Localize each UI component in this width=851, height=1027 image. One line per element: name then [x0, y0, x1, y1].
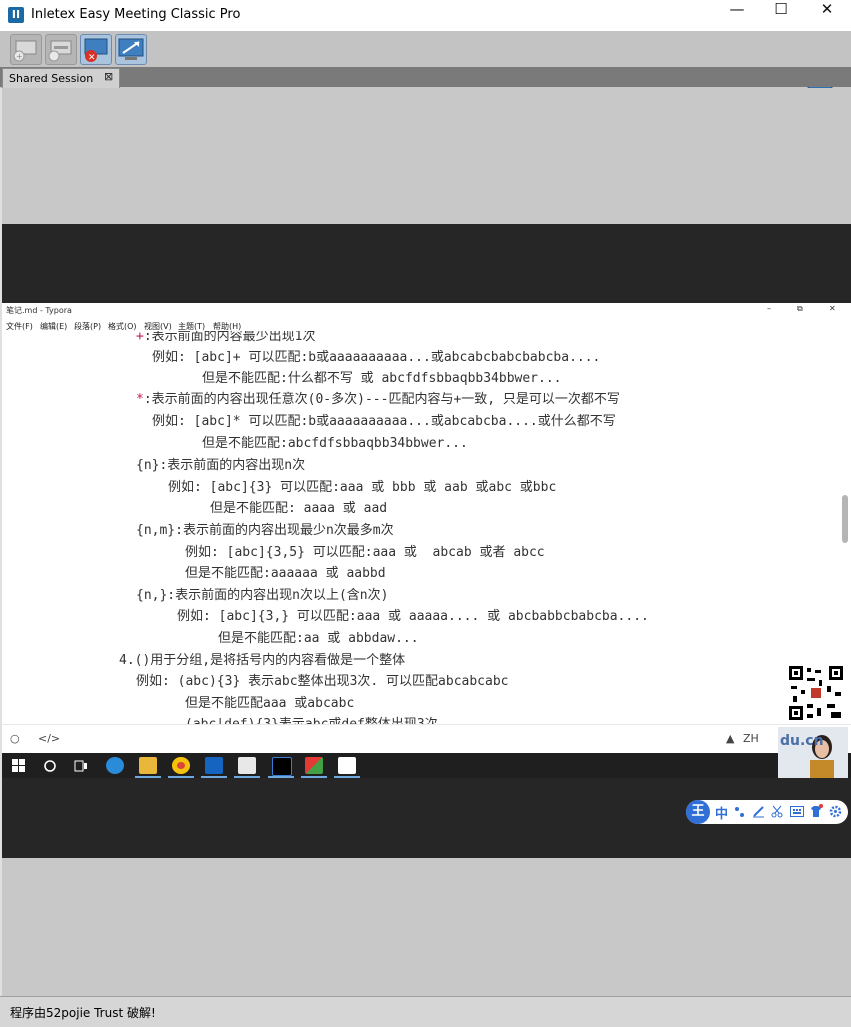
qr-code [787, 664, 845, 722]
typora-title-bar: 笔记.md - Typora – ⧉ ✕ [2, 303, 851, 318]
doc-line: 4.()用于分组,是将括号内的内容看做是一个整体 [119, 653, 406, 668]
svg-text:✕: ✕ [88, 53, 96, 63]
status-bar: 程序由52pojie Trust 破解! [0, 996, 851, 1027]
monitor-share-icon [48, 40, 72, 62]
chrome-icon[interactable] [172, 757, 190, 774]
doc-line: (abc|def){3}表示abc或def整体出现3次. [185, 713, 446, 724]
doc-line: 但是不能匹配:aa 或 abbdaw... [218, 631, 419, 646]
qr-code-image [789, 666, 843, 720]
doc-line: 例如: [abc]{3,} 可以匹配:aaa 或 aaaaa.... 或 abc… [177, 609, 649, 624]
webcam-overlay: du.cn [778, 727, 848, 778]
typora-icon[interactable] [238, 757, 256, 774]
p-app-icon[interactable] [205, 757, 223, 774]
doc-line: 例如: [abc]{3,5} 可以匹配:aaa 或 abcab 或者 abcc [185, 545, 545, 560]
tab-strip [0, 67, 851, 87]
typora-close-button[interactable]: ✕ [829, 304, 836, 313]
ime-toolbar: 王 中 [686, 800, 848, 824]
minimize-button[interactable]: — [714, 0, 760, 31]
doc-line: 但是不能匹配:什么都不写 或 abcfdfsbbaqbb34bbwer... [202, 371, 562, 386]
doc-line: 例如: [abc]+ 可以匹配:b或aaaaaaaaaa...或abcabcba… [152, 350, 601, 365]
pen-icon[interactable] [752, 805, 765, 818]
doc-line: {n,m}:表示前面的内容出现最少n次最多m次 [136, 523, 394, 538]
typora-title: 笔记.md - Typora [6, 306, 72, 315]
language-indicator: ZH [743, 732, 759, 745]
doc-line: 例如: [abc]{3} 可以匹配:aaa 或 bbb 或 aab 或abc 或… [168, 480, 557, 495]
typora-menu-bar: 文件(F) 编辑(E) 段落(P) 格式(O) 视图(V) 主题(T) 帮助(H… [2, 318, 851, 331]
windows-taskbar [2, 753, 851, 778]
close-button[interactable]: ✕ [804, 0, 850, 31]
fullscreen-button[interactable] [115, 34, 147, 65]
photos-icon[interactable] [338, 757, 356, 774]
doc-line: *:表示前面的内容出现任意次(0-多次)---匹配内容与+一致, 只是可以一次都… [136, 392, 620, 407]
doc-line: 但是不能匹配aaa 或abcabc [185, 696, 355, 711]
window-title-bar: II Inletex Easy Meeting Classic Pro — ☐ … [0, 0, 851, 31]
stop-sharing-button[interactable]: ✕ [80, 34, 112, 65]
typora-status-bar: ○ </> ▲ ZH [2, 724, 851, 754]
task-view-icon[interactable] [74, 759, 88, 773]
monitor-add-icon: + [13, 40, 37, 62]
doc-line: 例如: [abc]* 可以匹配:b或aaaaaaaaaa...或abcabcba… [152, 414, 616, 429]
windows-start-icon[interactable] [12, 759, 25, 772]
doc-line: +:表示前面的内容最少出现1次 [136, 331, 316, 344]
toolbar: + ✕ ? [0, 31, 851, 95]
ime-mode-toggle[interactable]: 中 [715, 803, 728, 822]
add-participant-button[interactable]: + [10, 34, 42, 65]
tab-shared-session[interactable]: Shared Session ⊠ [2, 68, 120, 89]
window-title: Inletex Easy Meeting Classic Pro [31, 7, 241, 22]
skin-icon[interactable] [809, 804, 823, 818]
doc-line: {n,}:表示前面的内容出现n次以上(含n次) [136, 588, 389, 603]
typora-minimize-button[interactable]: – [767, 304, 771, 313]
expand-screen-icon [118, 38, 144, 60]
search-icon[interactable] [43, 759, 57, 773]
webcam-watermark: du.cn [780, 733, 824, 749]
warning-icon[interactable]: ▲ [726, 732, 734, 745]
settings-gear-icon[interactable] [829, 805, 842, 818]
tab-label: Shared Session [9, 72, 94, 85]
typora-window: 笔记.md - Typora – ⧉ ✕ 文件(F) 编辑(E) 段落(P) 格… [2, 303, 851, 754]
outline-toggle-icon[interactable]: ○ [10, 732, 20, 745]
ime-logo-icon[interactable]: 王 [686, 800, 710, 824]
doc-line: 但是不能匹配:aaaaaa 或 aabbd [185, 566, 386, 581]
typora-editor[interactable]: +:表示前面的内容最少出现1次 例如: [abc]+ 可以匹配:b或aaaaaa… [2, 331, 851, 724]
stop-share-icon: ✕ [84, 38, 108, 63]
source-code-toggle-icon[interactable]: </> [38, 732, 60, 745]
maximize-button[interactable]: ☐ [758, 0, 804, 31]
intellij-icon[interactable] [272, 757, 292, 776]
svg-text:+: + [16, 52, 23, 61]
status-text: 程序由52pojie Trust 破解! [10, 1006, 156, 1020]
doc-line: 但是不能匹配: aaaa 或 aad [210, 501, 388, 516]
app-icon[interactable] [305, 757, 323, 774]
typora-restore-button[interactable]: ⧉ [797, 304, 803, 314]
punctuation-icon[interactable] [734, 806, 746, 818]
tab-close-icon[interactable]: ⊠ [104, 70, 113, 83]
app-logo-icon: II [8, 7, 24, 23]
remove-participant-button[interactable] [45, 34, 77, 65]
doc-line: 例如: (abc){3} 表示abc整体出现3次. 可以匹配abcabcabc [136, 674, 509, 689]
doc-line: 但是不能匹配:abcfdfsbbaqbb34bbwer... [202, 436, 468, 451]
scissors-icon[interactable] [771, 805, 784, 818]
edge-icon[interactable] [106, 757, 124, 774]
keyboard-icon[interactable] [790, 806, 804, 817]
editor-scrollbar[interactable] [842, 495, 848, 543]
remote-desktop-background [2, 224, 851, 303]
file-explorer-icon[interactable] [139, 757, 157, 774]
doc-line: {n}:表示前面的内容出现n次 [136, 458, 306, 473]
